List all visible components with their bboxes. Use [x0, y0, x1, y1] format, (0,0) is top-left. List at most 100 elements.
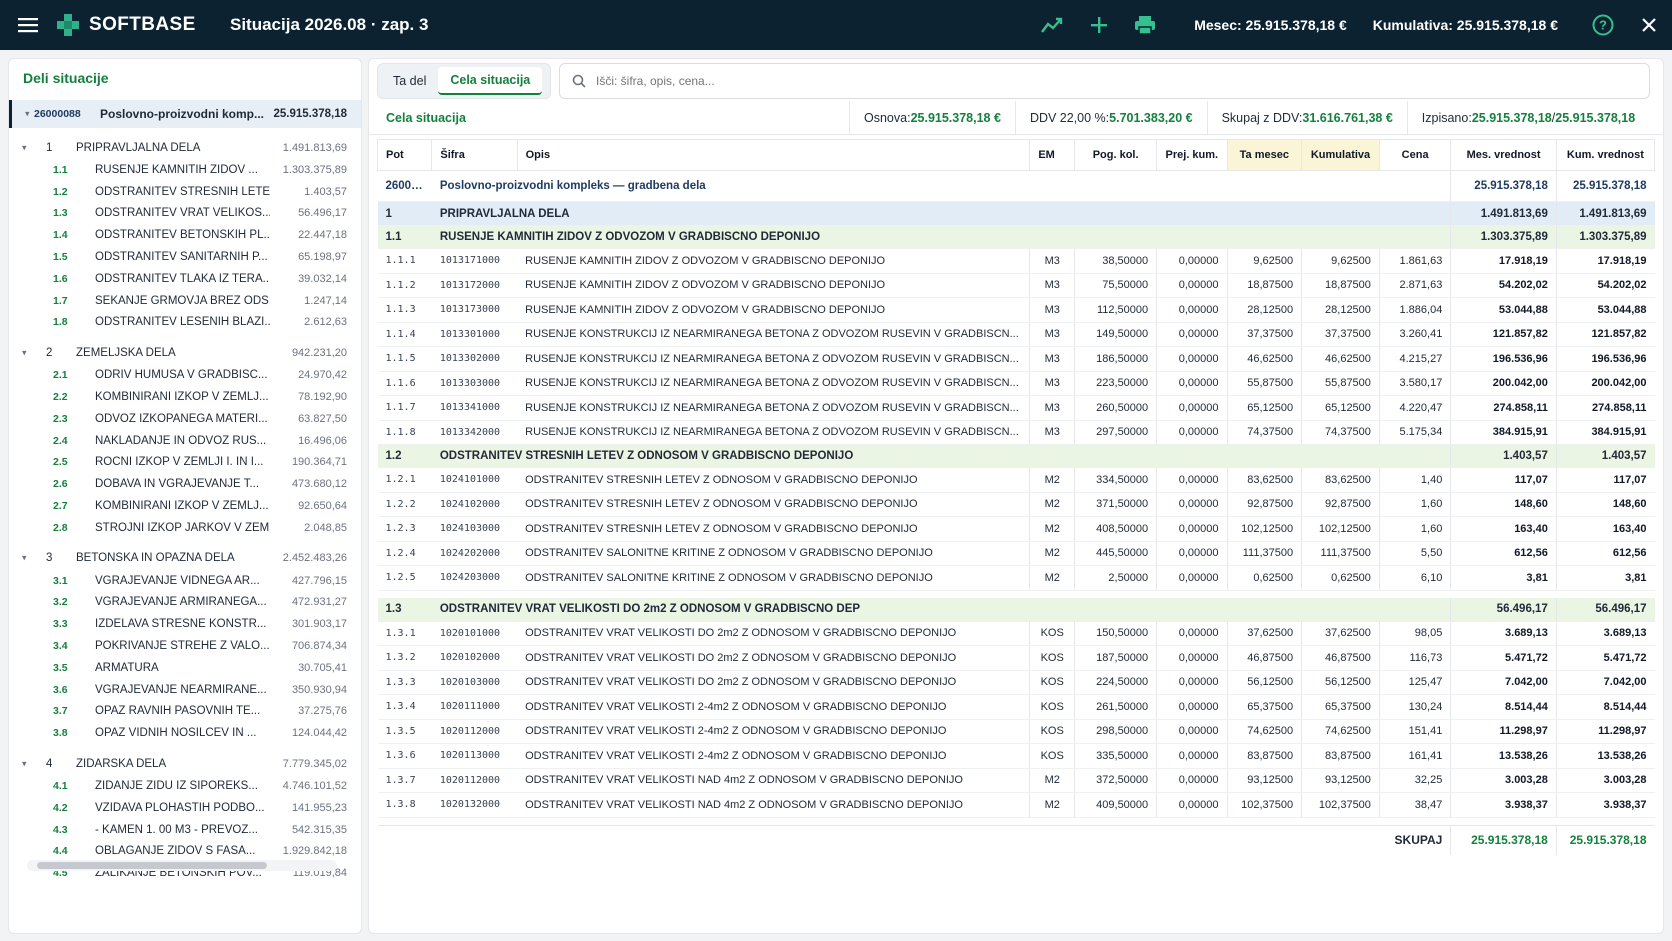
tree-item[interactable]: 3.2 VGRAJEVANJE ARMIRANEGA... 472.931,27 — [9, 592, 361, 614]
column-header[interactable]: Ta mesec — [1226, 139, 1303, 171]
menu-icon[interactable] — [0, 0, 56, 50]
tree-item[interactable]: 2.6 DOBAVA IN VGRAJEVANJE T... 473.680,12 — [9, 473, 361, 495]
table-row[interactable]: 1.3.6 1020113000 ODSTRANITEV VRAT VELIKOST… — [377, 743, 1655, 769]
tree-section[interactable]: ▾ 4 ZIDARSKA DELA 7.779.345,02 — [9, 752, 361, 775]
spacer-row[interactable] — [378, 817, 1655, 825]
row-cumulative: 0,62500 — [1301, 565, 1380, 591]
tree-item[interactable]: 4.1 ZIDANJE ZIDU IZ SIPOREKS... 4.746.101,… — [9, 775, 361, 797]
tree-section[interactable]: ▾ 3 BETONSKA IN OPAŽNA DELA 2.452.483,26 — [9, 547, 361, 570]
subsection-row[interactable]: 1.1 RUSENJE KAMNITIH ZIDOV Z ODVOZOM V GR… — [377, 225, 1655, 249]
tree-item[interactable]: 3.7 OPAZ RAVNIH PASOVNIH TE... 37.275,76 — [9, 701, 361, 723]
column-header[interactable]: Opis — [516, 139, 1031, 171]
table-row[interactable]: 1.3.4 1020111000 ODSTRANITEV VRAT VELIKOST… — [377, 694, 1655, 720]
tree-item-num: 2.2 — [53, 391, 68, 404]
tree-item[interactable]: 1.8 ODSTRANITEV LESENIH BLAZI... 2.612,63 — [9, 312, 361, 334]
table-row[interactable]: 1.3.8 1020132000 ODSTRANITEV VRAT VELIKOST… — [377, 792, 1655, 818]
tree-item[interactable]: 1.7 SEKANJE GRMOVJA BREZ ODS... 1.247,14 — [9, 290, 361, 312]
help-icon[interactable]: ? — [1580, 0, 1626, 50]
tree-item[interactable]: 1.2 ODSTRANITEV STRESNIH LETE... 1.403,57 — [9, 181, 361, 203]
chevron-down-icon[interactable]: ▾ — [22, 758, 27, 769]
search-box[interactable] — [559, 63, 1650, 99]
column-header[interactable]: EM — [1029, 139, 1076, 171]
column-header[interactable]: Pog. kol. — [1074, 139, 1158, 171]
tree-item[interactable]: 1.3 ODSTRANITEV VRAT VELIKOS... 56.496,17 — [9, 203, 361, 225]
tree-item[interactable]: 4.3 - KAMEN 1. 00 M3 - PREVOZ... 542.315,3… — [9, 819, 361, 841]
sidebar-scrollbar[interactable] — [27, 860, 337, 871]
tree-item[interactable]: 3.1 VGRAJEVANJE VIDNEGA AR... 427.796,15 — [9, 570, 361, 592]
row-unit: M2 — [1029, 768, 1075, 793]
row-code: 1020113000 — [431, 743, 518, 769]
chevron-down-icon[interactable]: ▾ — [25, 109, 30, 120]
tree-item[interactable]: 2.3 ODVOZ IZKOPANEGA MATERI... 63.827,50 — [9, 408, 361, 430]
table-row[interactable]: 1.3.7 1020112000 ODSTRANITEV VRAT VELIKOST… — [377, 768, 1655, 793]
column-header[interactable]: Kumulativa — [1301, 139, 1380, 171]
table-row[interactable]: 1.2.5 1024203000 ODSTRANITEV SALONITNE KRI… — [377, 565, 1655, 591]
scrollbar-thumb[interactable] — [37, 862, 267, 869]
table-row[interactable]: 1.2.4 1024202000 ODSTRANITEV SALONITNE KRI… — [377, 541, 1655, 566]
tree-item[interactable]: 2.1 ODRIV HUMUSA V GRADBISC... 24.970,42 — [9, 364, 361, 386]
table-row[interactable]: 1.1.6 1013303000 RUSENJE KONSTRUKCIJ IZ NE… — [377, 371, 1655, 396]
tab-ta-del[interactable]: Ta del — [381, 67, 438, 95]
row-month-value: 612,56 — [1450, 541, 1557, 566]
tree-item[interactable]: 3.6 VGRAJEVANJE NEARMIRANE... 350.930,94 — [9, 679, 361, 701]
table-row[interactable]: 1.1.1 1013171000 RUSENJE KAMNITIH ZIDOV Z … — [377, 248, 1655, 274]
table-row[interactable]: 1.2.2 1024102000 ODSTRANITEV STRESNIH LETE… — [377, 492, 1655, 517]
section-row[interactable]: 1 PRIPRAVLJALNA DELA 1.491.813,69 1.491.813… — [377, 201, 1655, 226]
tree-item[interactable]: 2.4 NAKLADANJE IN ODVOZ RUS... 16.496,06 — [9, 430, 361, 452]
table-row[interactable]: 1.2.1 1024101000 ODSTRANITEV STRESNIH LETE… — [377, 467, 1655, 493]
tree-item-label: ROCNI IZKOP V ZEMLJI I. IN I... — [95, 456, 264, 469]
table-row[interactable]: 1.1.2 1013172000 RUSENJE KAMNITIH ZIDOV Z … — [377, 273, 1655, 298]
tree-root[interactable]: ▾ 26000088 Poslovno-proizvodni komp... 25.9… — [9, 100, 361, 128]
tree-item[interactable]: 2.5 ROCNI IZKOP V ZEMLJI I. IN I... 190.36… — [9, 452, 361, 474]
column-header[interactable]: Cena — [1378, 139, 1452, 171]
row-code: 1013341000 — [431, 395, 518, 421]
row-unit: M3 — [1029, 322, 1075, 347]
table-row[interactable]: 1.3.1 1020101000 ODSTRANITEV VRAT VELIKOST… — [377, 621, 1655, 646]
table-row[interactable]: 1.1.7 1013341000 RUSENJE KONSTRUKCIJ IZ NE… — [377, 395, 1655, 421]
subsection-row[interactable]: 1.3 ODSTRANITEV VRAT VELIKOSTI DO 2m2 Z O… — [377, 598, 1655, 622]
tree-item[interactable]: 1.5 ODSTRANITEV SANITARNIH P... 65.198,97 — [9, 246, 361, 268]
tree-item[interactable]: 2.2 KOMBINIRANI IZKOP V ZEMLJ... 78.192,90 — [9, 386, 361, 408]
table-row[interactable]: 1.1.4 1013301000 RUSENJE KONSTRUKCIJ IZ NE… — [377, 322, 1655, 347]
subsection-row[interactable]: 1.2 ODSTRANITEV STRESNIH LETEV Z ODNOSOM … — [377, 444, 1655, 468]
total-row[interactable]: SKUPAJ 25.915.378,18 25.915.378,18 — [377, 824, 1655, 855]
trend-icon[interactable] — [1030, 0, 1076, 50]
table-row[interactable]: 1.2.3 1024103000 ODSTRANITEV STRESNIH LETE… — [377, 516, 1655, 542]
tree-item[interactable]: 1.4 ODSTRANITEV BETONSKIH PL... 22.447,18 — [9, 224, 361, 246]
tree-item[interactable]: 2.8 STROJNI IZKOP JARKOV V ZEM... 2.048,85 — [9, 517, 361, 539]
tree-section[interactable]: ▾ 1 PRIPRAVLJALNA DELA 1.491.813,69 — [9, 136, 361, 159]
close-icon[interactable] — [1626, 0, 1672, 50]
column-header[interactable]: Šifra — [431, 139, 518, 171]
column-header[interactable]: Mes. vrednost — [1450, 139, 1557, 171]
table-row[interactable]: 1.3.3 1020103000 ODSTRANITEV VRAT VELIKOST… — [377, 670, 1655, 695]
chevron-down-icon[interactable]: ▾ — [22, 347, 27, 358]
tree-item[interactable]: 1.6 ODSTRANITEV TLAKA IZ TERA... 39.032,14 — [9, 268, 361, 290]
tab-cela-situacija[interactable]: Cela situacija — [438, 67, 543, 95]
tree-item[interactable]: 3.3 IZDELAVA STRESNE KONSTR... 301.903,17 — [9, 613, 361, 635]
column-header[interactable]: Prej. kum. — [1156, 139, 1228, 171]
row-prev-cum: 0,00000 — [1156, 621, 1227, 646]
tree-item[interactable]: 3.8 OPAZ VIDNIH NOSILCEV IN ... 124.044,42 — [9, 722, 361, 744]
root-row[interactable]: 26000088 Poslovno-proizvodni kompleks — g… — [377, 170, 1655, 202]
tree-item[interactable]: 4.2 VZIDAVA PLOHASTIH PODBO... 141.955,23 — [9, 797, 361, 819]
column-header[interactable]: Pot — [376, 139, 433, 171]
chevron-down-icon[interactable]: ▾ — [22, 142, 27, 153]
table-row[interactable]: 1.3.2 1020102000 ODSTRANITEV VRAT VELIKOST… — [377, 645, 1655, 671]
table-row[interactable]: 1.1.5 1013302000 RUSENJE KONSTRUKCIJ IZ NE… — [377, 346, 1655, 372]
tree-item[interactable]: 3.5 ARMATURA 30.705,41 — [9, 657, 361, 679]
tree-item[interactable]: 3.4 POKRIVANJE STREHE Z VALO... 706.874,34 — [9, 635, 361, 657]
print-icon[interactable] — [1122, 0, 1168, 50]
search-input[interactable] — [596, 74, 1496, 88]
column-header[interactable]: Kum. vrednost — [1555, 139, 1656, 171]
row-unit: KOS — [1029, 719, 1075, 744]
tree-item[interactable]: 1.1 RUSENJE KAMNITIH ZIDOV ... 1.303.375,8… — [9, 159, 361, 181]
spacer-row[interactable] — [378, 590, 1655, 598]
plus-icon[interactable] — [1076, 0, 1122, 50]
tree-section[interactable]: ▾ 2 ZEMELJSKA DELA 942.231,20 — [9, 341, 361, 364]
chevron-down-icon[interactable]: ▾ — [22, 553, 27, 564]
tree-item[interactable]: 2.7 KOMBINIRANI IZKOP V ZEMLJ... 92.650,64 — [9, 495, 361, 517]
table-row[interactable]: 1.1.3 1013173000 RUSENJE KAMNITIH ZIDOV Z … — [377, 297, 1655, 323]
table-row[interactable]: 1.3.5 1020112000 ODSTRANITEV VRAT VELIKOST… — [377, 719, 1655, 744]
table-row[interactable]: 1.1.8 1013342000 RUSENJE KONSTRUKCIJ IZ NE… — [377, 420, 1655, 445]
brand-logo[interactable]: SOFTBASE — [56, 13, 230, 37]
